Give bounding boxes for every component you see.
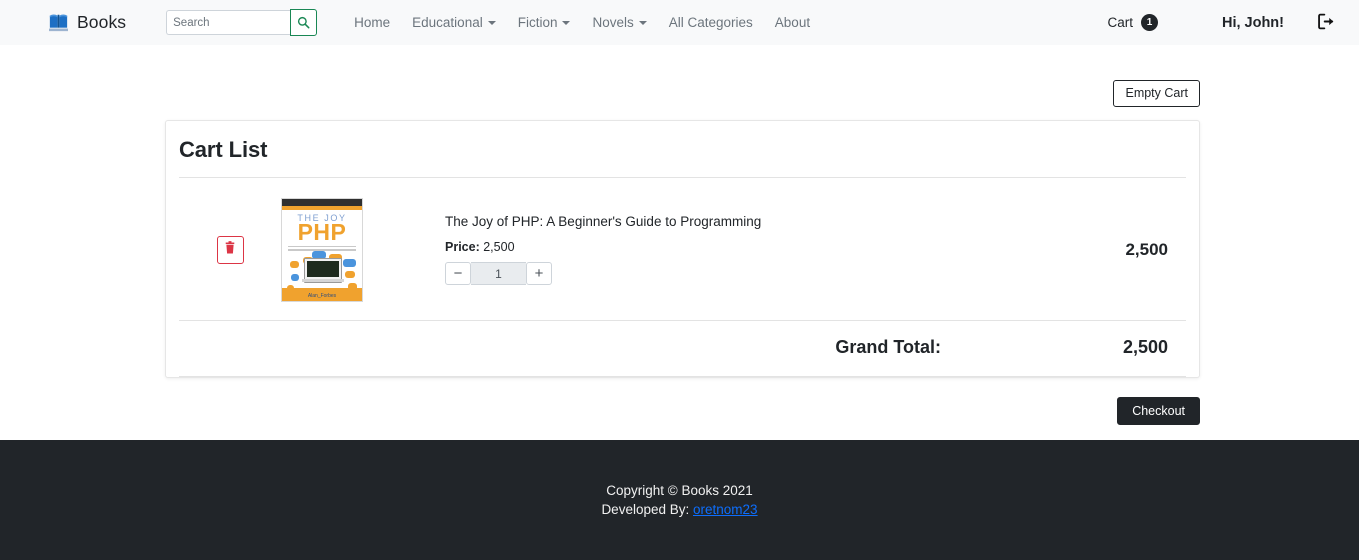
nav-item-label: Fiction: [517, 15, 558, 30]
cart-item-row: THE JOY PHP Alan_Forbes The Joy of PHP: …: [179, 178, 1186, 321]
search-icon: [297, 16, 310, 29]
nav-item-all-categories[interactable]: All Categories: [658, 15, 764, 30]
brand-link[interactable]: Books: [48, 12, 126, 33]
checkout-bar: Checkout: [0, 378, 1359, 425]
quantity-decrement-button[interactable]: −: [445, 262, 471, 285]
cart-item-delete-cell: [179, 235, 281, 264]
logout-button[interactable]: [1296, 13, 1345, 33]
nav-item-novels[interactable]: Novels: [581, 15, 657, 30]
item-subtotal: 2,500: [1125, 239, 1168, 259]
cart-item-details: The Joy of PHP: A Beginner's Guide to Pr…: [434, 214, 986, 285]
delete-item-button[interactable]: [216, 235, 244, 264]
footer-copyright: Copyright © Books 2021: [606, 483, 753, 498]
empty-cart-button[interactable]: Empty Cart: [1113, 80, 1200, 107]
book-cover-author: Alan_Forbes: [307, 292, 337, 299]
developer-link[interactable]: oretnom23: [693, 502, 758, 517]
nav-item-label: About: [774, 15, 811, 30]
search-button[interactable]: [290, 9, 318, 36]
cart-card: Cart List THE JOY PHP Alan_Forbes The Jo…: [165, 119, 1200, 378]
nav-item-home[interactable]: Home: [343, 15, 401, 30]
grand-total-value: 2,500: [1122, 336, 1168, 357]
chevron-down-icon: [562, 20, 571, 25]
main-nav: Home Educational Fiction Novels All Cate…: [343, 15, 821, 30]
price-value: 2,500: [483, 240, 515, 254]
nav-item-label: All Categories: [668, 15, 753, 30]
price-label: Price:: [445, 240, 480, 254]
book-cover-image: THE JOY PHP Alan_Forbes: [281, 197, 363, 302]
quantity-input[interactable]: [471, 262, 526, 285]
chevron-down-icon: [638, 20, 647, 25]
logout-icon: [1318, 13, 1335, 33]
footer-developer-prefix: Developed By:: [601, 502, 690, 517]
page-title: Cart List: [179, 121, 1186, 178]
grand-total-row: Grand Total: 2,500: [179, 321, 1186, 377]
footer: Copyright © Books 2021 Developed By: ore…: [0, 440, 1359, 560]
nav-item-educational[interactable]: Educational: [401, 15, 507, 30]
quantity-increment-button[interactable]: +: [526, 262, 552, 285]
book-cover-title: PHP: [297, 218, 347, 245]
cart-item-image-cell: THE JOY PHP Alan_Forbes: [281, 197, 434, 302]
nav-item-fiction[interactable]: Fiction: [507, 15, 582, 30]
cart-label: Cart: [1107, 15, 1133, 30]
nav-item-label: Novels: [592, 15, 634, 30]
quantity-stepper: − +: [445, 262, 986, 285]
cart-count-badge: 1: [1140, 14, 1158, 31]
user-greeting: Hi, John!: [1221, 14, 1284, 31]
search-input[interactable]: [166, 10, 291, 35]
chevron-down-icon: [487, 20, 496, 25]
product-price: Price: 2,500: [445, 240, 986, 254]
navbar: Books Home Educational: [0, 0, 1359, 45]
brand-text: Books: [77, 12, 127, 32]
book-icon: [48, 13, 69, 32]
search-form: [166, 9, 318, 36]
checkout-button[interactable]: Checkout: [1117, 396, 1200, 425]
cart-toolbar: Empty Cart: [0, 45, 1359, 107]
footer-developer: Developed By: oretnom23: [601, 502, 757, 517]
nav-item-label: Educational: [412, 15, 483, 30]
page-root: Books Home Educational: [0, 0, 1359, 560]
cart-link[interactable]: Cart 1: [1097, 14, 1168, 31]
nav-item-about[interactable]: About: [764, 15, 821, 30]
main-content: Empty Cart Cart List THE JOY PHP Alan_Fo…: [0, 45, 1359, 425]
nav-item-label: Home: [354, 15, 391, 30]
grand-total-label: Grand Total:: [835, 336, 941, 357]
product-name: The Joy of PHP: A Beginner's Guide to Pr…: [445, 214, 762, 229]
trash-icon: [224, 241, 236, 258]
navbar-right: Cart 1 Hi, John!: [1097, 13, 1345, 33]
